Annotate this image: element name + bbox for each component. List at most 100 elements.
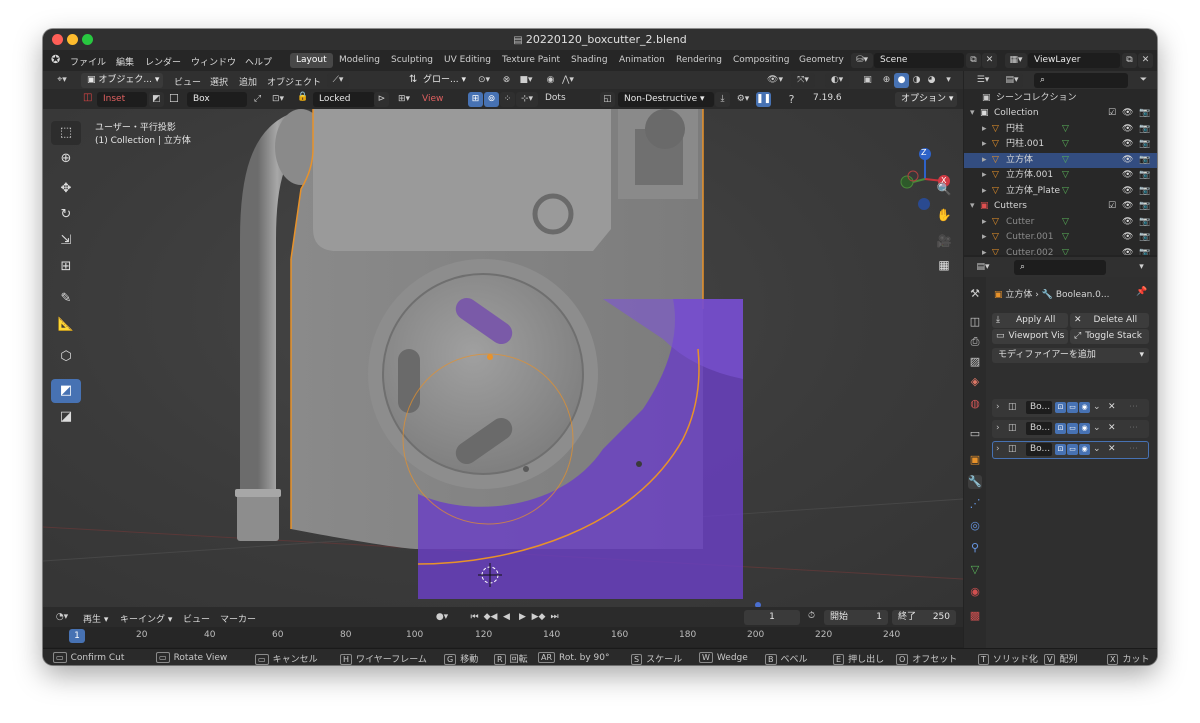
chevron-down-icon[interactable]: ⌄ (1093, 444, 1101, 454)
options-dropdown[interactable]: オプション ▾ (895, 92, 957, 107)
menu-edit[interactable]: 編集 (116, 55, 134, 68)
modifier-name-field[interactable]: Bo... (1026, 443, 1052, 456)
chevron-down-icon[interactable]: ⌄ (1093, 423, 1101, 433)
snap-target-icon[interactable]: ■▾ (514, 73, 538, 88)
menu-add[interactable]: 追加 (239, 75, 257, 88)
remove-modifier-icon[interactable]: ✕ (1108, 423, 1116, 433)
delete-view-layer-icon[interactable]: ✕ (1138, 53, 1153, 68)
snap-verts-icon[interactable]: ⁘ (500, 92, 515, 107)
perspective-toggle-icon[interactable]: ▦ (934, 255, 954, 275)
modifier-tab-icon[interactable]: 🔧 (968, 475, 982, 489)
start-frame-field[interactable]: 開始 1 (824, 610, 888, 625)
remove-modifier-icon[interactable]: ✕ (1108, 444, 1116, 454)
menu-file[interactable]: ファイル (70, 55, 106, 68)
xray-toggle-icon[interactable]: ▣ (860, 73, 875, 88)
workspace-tab-rendering[interactable]: Rendering (670, 53, 728, 68)
camera-icon[interactable]: 📷 (1139, 106, 1150, 121)
playhead[interactable]: 1 (69, 629, 85, 643)
material-tab-icon[interactable]: ◉ (968, 585, 982, 599)
outliner-object-row[interactable]: ▸ ▽ 立方体_Plate ▽ 👁 📷 (964, 184, 1157, 199)
falloff-icon[interactable]: ⋀▾ (557, 73, 579, 88)
workspace-tab-modeling[interactable]: Modeling (333, 53, 386, 68)
pin-icon[interactable]: 📌 (1136, 287, 1147, 297)
chevron-down-icon[interactable]: ⌄ (1093, 402, 1101, 412)
constraints-tab-icon[interactable]: ⚲ (968, 541, 982, 555)
render-display-icon[interactable]: ◉ (1079, 423, 1090, 434)
new-scene-icon[interactable]: ⧉ (966, 53, 981, 68)
scene-render[interactable] (43, 109, 963, 607)
workspace-tab-geometry[interactable]: Geometry (793, 53, 850, 68)
apply-down-icon[interactable]: ⤓ (715, 92, 730, 107)
physics-tab-icon[interactable]: ◎ (968, 519, 982, 533)
camera-icon[interactable]: 📷 (1139, 137, 1150, 152)
shape-toggle-icon[interactable]: ◩ (149, 92, 164, 107)
play-reverse-icon[interactable]: ◀ (499, 610, 514, 625)
eye-icon[interactable]: 👁 (1122, 184, 1133, 199)
delete-scene-icon[interactable]: ✕ (982, 53, 997, 68)
chevron-right-icon[interactable]: ▸ (982, 153, 987, 168)
workspace-tab-animation[interactable]: Animation (613, 53, 671, 68)
timeline-ruler[interactable]: 1 20 40 60 80 100 120 140 160 180 200 22… (43, 627, 963, 647)
cursor-tool-icon[interactable]: ⊳ (374, 92, 389, 107)
object-tab-icon[interactable]: ▣ (968, 453, 982, 467)
snap-mode-icon[interactable]: ⊹▾ (516, 92, 538, 107)
eye-icon[interactable]: 👁 (1122, 137, 1133, 152)
origin-icon[interactable]: ⊡▾ (266, 92, 290, 107)
chevron-down-icon[interactable]: ▾ (970, 199, 975, 214)
eye-icon[interactable]: 👁 (1122, 215, 1133, 230)
camera-icon[interactable]: 📷 (1139, 184, 1150, 199)
camera-icon[interactable]: 📷 (1139, 199, 1150, 214)
move-tool-icon[interactable]: ✥ (51, 177, 81, 201)
outliner-object-row[interactable]: ▸ ▽ Cutter ▽ 👁 📷 (964, 215, 1157, 230)
menu-window[interactable]: ウィンドウ (191, 55, 236, 68)
render-display-icon[interactable]: ◉ (1079, 444, 1090, 455)
viewport-vis-button[interactable]: ▭ Viewport Vis (992, 329, 1068, 344)
edit-mode-icon[interactable]: ⊡ (1055, 423, 1066, 434)
add-modifier-dropdown[interactable]: モディファイアーを追加 ▾ (992, 348, 1149, 363)
eye-icon[interactable]: 👁 (1122, 168, 1133, 183)
filter-icon[interactable]: ⏷ (1136, 73, 1151, 88)
jump-end-icon[interactable]: ⏭ (547, 610, 562, 625)
data-tab-icon[interactable]: ▽ (968, 563, 982, 577)
behavior-field[interactable]: Non-Destructive ▾ (618, 92, 714, 107)
mode-selector[interactable]: ▣ オブジェク... ▾ (81, 73, 163, 88)
grid-align-icon[interactable]: ⊞▾ (392, 92, 416, 107)
object-extras-icon[interactable]: ⟋▾ (327, 73, 349, 88)
camera-view-icon[interactable]: 🎥 (934, 231, 954, 251)
operation-field[interactable]: Inset (97, 92, 147, 107)
view-layer-field[interactable]: ViewLayer (1028, 53, 1120, 68)
new-view-layer-icon[interactable]: ⧉ (1122, 53, 1137, 68)
add-cube-tool-icon[interactable]: ⬡ (51, 345, 81, 369)
outliner-object-row[interactable]: ▸ ▽ 円柱.001 ▽ 👁 📷 (964, 137, 1157, 152)
chevron-right-icon[interactable]: ▸ (982, 137, 987, 152)
play-icon[interactable]: ▶ (515, 610, 530, 625)
timeline-editor-icon[interactable]: ◔▾ (51, 610, 73, 625)
overlay-toggle-icon[interactable]: ◐▾ (825, 73, 849, 88)
drag-handle-icon[interactable]: ⋯ (1129, 423, 1138, 433)
material-shading-icon[interactable]: ◑ (909, 73, 924, 88)
camera-icon[interactable]: 📷 (1139, 122, 1150, 137)
hops-tool-icon[interactable]: ◪ (51, 405, 81, 429)
outliner-object-row[interactable]: ▸ ▽ 立方体 ▽ 👁 📷 (964, 152, 1157, 168)
collection-tab-icon[interactable]: ▭ (968, 427, 982, 441)
modifier-name-field[interactable]: Bo... (1026, 401, 1052, 414)
camera-icon[interactable]: 📷 (1139, 153, 1150, 168)
wireframe-shading-icon[interactable]: ⊕ (879, 73, 894, 88)
chevron-right-icon[interactable]: › (996, 423, 1000, 433)
gizmo-toggle-icon[interactable]: ⤧▾ (791, 73, 815, 88)
particles-tab-icon[interactable]: ⋰ (968, 497, 982, 511)
checkbox-icon[interactable]: ☑ (1108, 106, 1116, 121)
edit-mode-icon[interactable]: ⊡ (1055, 402, 1066, 413)
current-frame-field[interactable]: 1 (744, 610, 800, 625)
camera-icon[interactable]: 📷 (1139, 246, 1150, 256)
menu-timeline-view[interactable]: ビュー (183, 612, 210, 625)
prev-keyframe-icon[interactable]: ◆◀ (483, 610, 498, 625)
menu-marker[interactable]: マーカー (220, 612, 256, 625)
outliner-editor-icon[interactable]: ☰▾ (972, 73, 994, 88)
menu-playback[interactable]: 再生 ▾ (83, 612, 108, 625)
checkbox-icon[interactable]: ☑ (1108, 199, 1116, 214)
scale-tool-icon[interactable]: ⇲ (51, 229, 81, 253)
3d-viewport[interactable]: Z X ユーザー・平行投影 (1) Collection | 立方体 ⬚ ⊕ ✥… (43, 109, 963, 607)
snap-icon[interactable]: ⊗ (499, 73, 514, 88)
record-icon[interactable]: ●▾ (431, 610, 453, 625)
